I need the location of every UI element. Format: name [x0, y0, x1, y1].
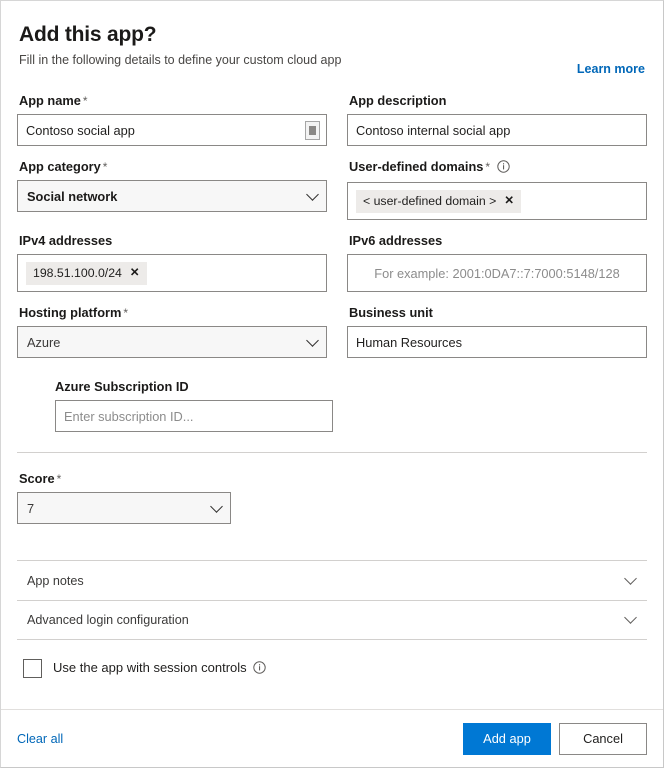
label-user-defined-domains: User-defined domains *: [349, 159, 647, 177]
ipv4-addresses-input[interactable]: 198.51.100.0/24 ✕: [17, 254, 327, 292]
ipv6-placeholder: For example: 2001:0DA7::7:7000:5148/128: [374, 265, 620, 281]
learn-more-link[interactable]: Learn more: [577, 62, 645, 76]
required-marker: *: [102, 160, 108, 174]
label-app-category-text: App category: [19, 159, 101, 174]
add-app-button[interactable]: Add app: [463, 722, 551, 755]
label-hosting-platform: Hosting platform *: [19, 305, 327, 321]
page-subtitle: Fill in the following details to define …: [19, 53, 342, 67]
label-app-name-text: App name: [19, 93, 81, 108]
accordion-app-notes-label: App notes: [27, 573, 84, 588]
azure-subscription-id-input[interactable]: Enter subscription ID...: [55, 400, 333, 432]
session-controls-row: Use the app with session controls: [17, 659, 647, 678]
info-icon[interactable]: [496, 160, 510, 177]
chevron-down-icon: [306, 334, 319, 347]
dialog-body: Add this app? Fill in the following deta…: [1, 1, 663, 769]
azure-subscription-id-placeholder: Enter subscription ID...: [64, 408, 194, 424]
session-controls-label: Use the app with session controls: [53, 660, 266, 677]
info-icon[interactable]: [253, 661, 266, 677]
field-azure-subscription-id: Azure Subscription ID Enter subscription…: [55, 379, 647, 432]
required-marker: *: [56, 472, 62, 486]
clear-all-link[interactable]: Clear all: [17, 732, 63, 746]
label-ipv6-addresses: IPv6 addresses: [349, 233, 647, 249]
section-divider: [17, 452, 647, 453]
ipv4-chip-label: 198.51.100.0/24: [33, 265, 122, 280]
add-app-dialog: Add this app? Fill in the following deta…: [0, 0, 664, 768]
app-description-value: Contoso internal social app: [356, 122, 511, 138]
app-name-input[interactable]: Contoso social app: [17, 114, 327, 146]
app-category-value: Social network: [27, 188, 118, 204]
chevron-down-icon: [306, 188, 319, 201]
session-controls-label-text: Use the app with session controls: [53, 660, 247, 675]
label-user-defined-domains-text: User-defined domains: [349, 159, 484, 174]
domain-chip-label: < user-defined domain >: [363, 193, 497, 208]
field-app-category: App category * Social network: [17, 159, 327, 220]
app-description-input[interactable]: Contoso internal social app: [347, 114, 647, 146]
hosting-platform-select[interactable]: Azure: [17, 326, 327, 358]
score-value: 7: [27, 500, 35, 516]
field-score: Score * 7: [17, 471, 647, 524]
domain-chip: < user-defined domain > ✕: [356, 189, 521, 213]
chevron-down-icon: [624, 571, 637, 585]
field-app-name: App name * Contoso social app: [17, 93, 327, 146]
label-ipv4-addresses: IPv4 addresses: [19, 233, 327, 249]
chevron-down-icon: [624, 611, 637, 624]
field-app-description: App description Contoso internal social …: [347, 93, 647, 146]
label-score-text: Score: [19, 471, 55, 486]
accordion-list: App notes Advanced login configuration: [17, 560, 647, 640]
business-unit-input[interactable]: Human Resources: [347, 326, 647, 358]
label-business-unit-text: Business unit: [349, 305, 433, 320]
required-marker: *: [123, 306, 129, 320]
chevron-down-icon: [210, 500, 223, 513]
remove-chip-icon[interactable]: ✕: [130, 267, 140, 279]
label-score: Score *: [19, 471, 647, 487]
label-business-unit: Business unit: [349, 305, 647, 321]
label-app-description-text: App description: [349, 93, 447, 108]
label-hosting-platform-text: Hosting platform: [19, 305, 122, 320]
session-controls-checkbox[interactable]: [23, 659, 42, 678]
dialog-header: Add this app? Fill in the following deta…: [17, 23, 647, 76]
cancel-button[interactable]: Cancel: [559, 722, 647, 755]
business-unit-value: Human Resources: [356, 334, 462, 350]
label-azure-subscription-id: Azure Subscription ID: [55, 379, 647, 395]
label-app-description: App description: [349, 93, 647, 109]
label-ipv4-addresses-text: IPv4 addresses: [19, 233, 113, 248]
app-name-value: Contoso social app: [26, 122, 135, 138]
page-title: Add this app?: [19, 23, 157, 46]
accordion-app-notes[interactable]: App notes: [17, 560, 647, 600]
label-app-category: App category *: [19, 159, 327, 175]
ipv6-addresses-input[interactable]: For example: 2001:0DA7::7:7000:5148/128: [347, 254, 647, 292]
accordion-advanced-login-configuration[interactable]: Advanced login configuration: [17, 600, 647, 640]
label-azure-subscription-id-text: Azure Subscription ID: [55, 379, 189, 394]
label-ipv6-addresses-text: IPv6 addresses: [349, 233, 443, 248]
required-marker: *: [82, 94, 88, 108]
remove-chip-icon[interactable]: ✕: [504, 195, 514, 207]
user-defined-domains-input[interactable]: < user-defined domain > ✕: [347, 182, 647, 220]
score-select[interactable]: 7: [17, 492, 231, 524]
hosting-platform-value: Azure: [27, 334, 61, 350]
field-business-unit: Business unit Human Resources: [347, 305, 647, 358]
form-grid: App name * Contoso social app App descrip…: [17, 93, 647, 371]
required-marker: *: [485, 160, 491, 174]
field-ipv6-addresses: IPv6 addresses For example: 2001:0DA7::7…: [347, 233, 647, 292]
field-hosting-platform: Hosting platform * Azure: [17, 305, 327, 358]
accordion-advanced-login-configuration-label: Advanced login configuration: [27, 613, 189, 627]
text-field-icon[interactable]: [305, 121, 320, 140]
field-ipv4-addresses: IPv4 addresses 198.51.100.0/24 ✕: [17, 233, 327, 292]
app-category-select[interactable]: Social network: [17, 180, 327, 212]
dialog-footer: Clear all Add app Cancel: [1, 709, 663, 767]
label-app-name: App name *: [19, 93, 327, 109]
field-user-defined-domains: User-defined domains * < user-defined dom…: [347, 159, 647, 220]
ipv4-chip: 198.51.100.0/24 ✕: [26, 261, 147, 285]
